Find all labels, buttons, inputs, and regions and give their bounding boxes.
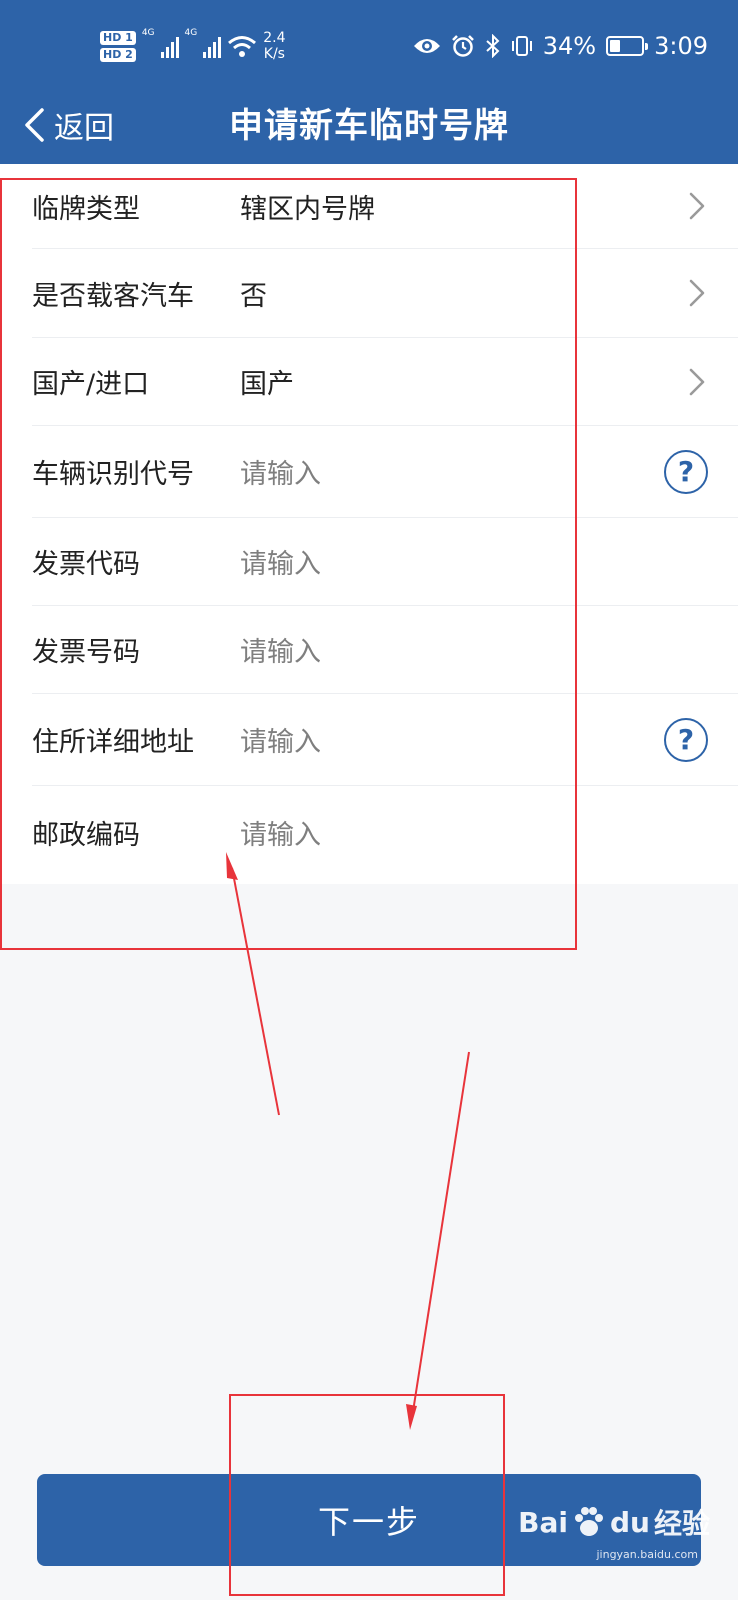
row-label: 住所详细地址	[32, 727, 194, 758]
alarm-icon	[451, 35, 474, 57]
row-label: 是否载客汽车	[32, 280, 194, 312]
form-row-passenger-car[interactable]: 是否载客汽车 否	[32, 249, 738, 338]
status-left: HD 1 HD 2 4G 4G 2.4 K/s	[100, 24, 286, 68]
invoice-number-input[interactable]: 请输入	[240, 630, 321, 669]
watermark-brand-suffix: du	[610, 1505, 650, 1539]
nav-bar: 返回 申请新车临时号牌	[0, 90, 738, 164]
vin-input[interactable]: 请输入	[240, 452, 321, 491]
row-value: 辖区内号牌	[240, 193, 375, 225]
chevron-right-icon	[689, 368, 705, 395]
help-icon[interactable]: ?	[664, 449, 708, 494]
clock: 3:09	[654, 32, 708, 60]
sim-indicators: HD 1 HD 2	[100, 30, 136, 62]
battery-percent: 34%	[542, 32, 597, 60]
invoice-code-input[interactable]: 请输入	[240, 542, 321, 581]
watermark-product: 经验	[653, 1507, 710, 1540]
row-label: 发票号码	[32, 637, 140, 668]
speed-value: 2.4	[263, 30, 286, 46]
network-speed: 2.4 K/s	[263, 30, 285, 62]
form-row-postal-code[interactable]: 邮政编码 请输入	[32, 786, 738, 878]
eye-icon	[413, 39, 440, 53]
row-label: 邮政编码	[32, 819, 140, 851]
status-bar: HD 1 HD 2 4G 4G 2.4 K/s 34% 3:09	[0, 0, 738, 90]
form-row-plate-type[interactable]: 临牌类型 辖区内号牌	[32, 164, 738, 249]
postal-code-input[interactable]: 请输入	[240, 813, 321, 852]
vibrate-icon	[511, 36, 532, 56]
chevron-right-icon	[689, 192, 705, 220]
status-right: 34% 3:09	[413, 28, 708, 64]
form-row-origin[interactable]: 国产/进口 国产	[32, 338, 738, 426]
form-row-vin[interactable]: 车辆识别代号 请输入 ?	[32, 426, 738, 518]
net1-label: 4G	[141, 28, 155, 38]
battery-fill	[610, 40, 621, 52]
bluetooth-icon	[486, 34, 500, 58]
form-row-invoice-code[interactable]: 发票代码 请输入	[32, 518, 738, 606]
row-value: 国产	[240, 369, 294, 400]
app-header: HD 1 HD 2 4G 4G 2.4 K/s 34% 3:09 返回 申请新车…	[0, 0, 738, 164]
plate-application-form: 临牌类型 辖区内号牌 是否载客汽车 否 国产/进口 国产 车辆识别代号 请输入 …	[0, 164, 738, 884]
signal-icon	[203, 34, 222, 58]
net2-label: 4G	[184, 28, 198, 38]
form-row-invoice-number[interactable]: 发票号码 请输入	[32, 606, 738, 694]
battery-icon	[606, 36, 649, 56]
row-label: 车辆识别代号	[32, 459, 194, 490]
watermark-brand: Bai	[518, 1505, 568, 1539]
baidu-watermark: Bai du 经验	[518, 1502, 710, 1542]
signal-icon	[160, 34, 179, 58]
row-label: 临牌类型	[32, 193, 140, 225]
chevron-right-icon	[689, 279, 705, 307]
form-row-address[interactable]: 住所详细地址 请输入 ?	[32, 694, 738, 786]
help-icon[interactable]: ?	[664, 717, 708, 762]
row-label: 国产/进口	[32, 369, 150, 400]
wifi-icon	[228, 36, 257, 57]
paw-logo-icon	[575, 1507, 603, 1536]
watermark-url: jingyan.baidu.com	[596, 1548, 698, 1561]
page-title: 申请新车临时号牌	[229, 106, 509, 146]
sim2-badge: HD 2	[100, 47, 136, 62]
row-label: 发票代码	[32, 549, 140, 580]
row-value: 否	[240, 280, 267, 312]
sim1-badge: HD 1	[100, 30, 136, 45]
address-input[interactable]: 请输入	[240, 720, 321, 759]
next-step-label: 下一步	[317, 1504, 420, 1540]
speed-unit: K/s	[263, 46, 285, 62]
